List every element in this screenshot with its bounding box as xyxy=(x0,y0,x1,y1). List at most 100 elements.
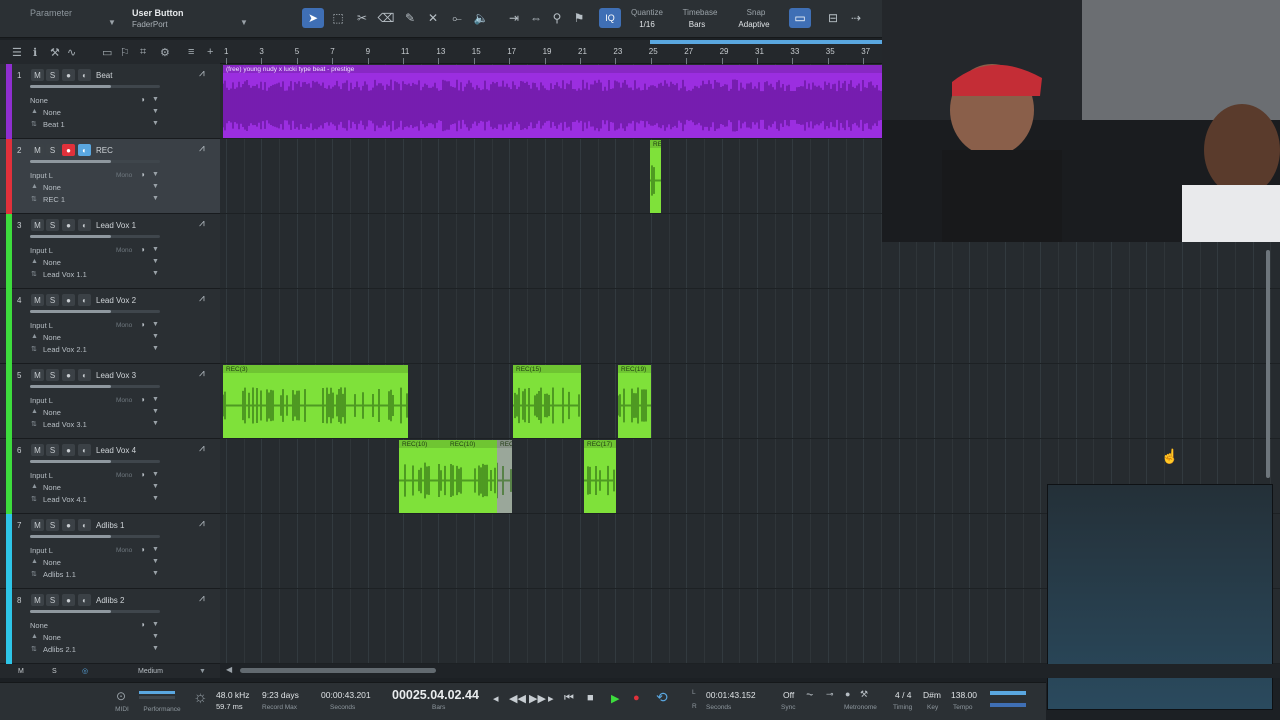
audio-clip[interactable]: REC(15) xyxy=(513,365,581,438)
track-name[interactable]: Lead Vox 2 xyxy=(96,296,136,305)
bend-tool-icon[interactable]: ⟜ xyxy=(446,8,468,28)
automation-wave-icon[interactable]: ⩘ xyxy=(199,143,205,154)
audio-clip[interactable]: REC(19) xyxy=(618,365,651,438)
add-track-icon[interactable]: + xyxy=(207,46,213,58)
volume-fader[interactable] xyxy=(30,610,160,613)
playlist-select[interactable]: Lead Vox 3.1 xyxy=(43,420,87,429)
input-dropdown-icon[interactable]: ▼ xyxy=(152,621,159,628)
record-arm-button[interactable]: ● xyxy=(62,594,75,606)
input-select[interactable]: Input L xyxy=(30,471,53,480)
input-dropdown-icon[interactable]: ▼ xyxy=(152,96,159,103)
automation-wave-icon[interactable]: ⩘ xyxy=(199,593,205,604)
input-dropdown-icon[interactable]: ▼ xyxy=(152,471,159,478)
audio-clip[interactable]: RE xyxy=(650,140,661,213)
seconds-time-value[interactable]: 00:00:43.201 xyxy=(321,690,371,700)
monitor-button[interactable]: ◐ xyxy=(78,294,91,306)
output-select[interactable]: None xyxy=(43,258,61,267)
stop-icon[interactable]: ■ xyxy=(587,692,594,704)
record-arm-button[interactable]: ● xyxy=(62,444,75,456)
output-select[interactable]: None xyxy=(43,633,61,642)
input-dropdown-icon[interactable]: ▼ xyxy=(152,321,159,328)
input-select[interactable]: Input L xyxy=(30,396,53,405)
stereo-toggle-icon[interactable]: ◑ xyxy=(140,620,145,629)
volume-fader[interactable] xyxy=(30,460,160,463)
stereo-toggle-icon[interactable]: ◑ xyxy=(140,395,145,404)
stereo-toggle-icon[interactable]: ◑ xyxy=(140,95,145,104)
output-select[interactable]: None xyxy=(43,558,61,567)
solo-button[interactable]: S xyxy=(46,369,59,381)
inspector-icon[interactable]: ℹ xyxy=(33,46,37,59)
mute-button[interactable]: M xyxy=(31,594,44,606)
output-dropdown-icon[interactable]: ▼ xyxy=(152,483,159,490)
loop-seconds-label[interactable]: Seconds xyxy=(706,704,731,711)
output-dropdown-icon[interactable]: ▼ xyxy=(152,108,159,115)
playlist-dropdown-icon[interactable]: ▼ xyxy=(152,195,159,202)
track-color-bar[interactable] xyxy=(6,289,12,364)
output-dropdown-icon[interactable]: ▼ xyxy=(152,258,159,265)
track-name[interactable]: Beat xyxy=(96,71,112,80)
metronome-icon[interactable]: ● xyxy=(845,689,850,699)
mute-button[interactable]: M xyxy=(31,444,44,456)
solo-button[interactable]: S xyxy=(46,144,59,156)
playlist-dropdown-icon[interactable]: ▼ xyxy=(152,570,159,577)
marker-icon[interactable]: ⚑ xyxy=(568,8,590,28)
sync-value[interactable]: Off xyxy=(783,690,794,700)
quantize-value[interactable]: 1/16 xyxy=(630,20,664,29)
track-name[interactable]: Lead Vox 1 xyxy=(96,221,136,230)
monitor-button[interactable]: ◐ xyxy=(78,219,91,231)
automation-wave-icon[interactable]: ⩘ xyxy=(199,293,205,304)
solo-all-button[interactable]: S xyxy=(52,668,57,675)
track-header[interactable]: 3 M S ● ◐ Lead Vox 1 ⩘ Input L Mono ◑ ▼ … xyxy=(0,214,220,289)
key-value[interactable]: D#m xyxy=(923,690,941,700)
audio-clip[interactable]: REC(17) xyxy=(584,440,616,513)
performance-label[interactable]: Performance xyxy=(139,706,185,713)
monitor-button[interactable]: ◐ xyxy=(78,369,91,381)
loop-start-icon[interactable]: ◂ xyxy=(493,692,499,705)
split-view-icon[interactable]: ⊟ xyxy=(822,8,844,28)
track-name[interactable]: Adlibs 1 xyxy=(96,521,124,530)
playlist-dropdown-icon[interactable]: ▼ xyxy=(152,270,159,277)
track-name[interactable]: Lead Vox 4 xyxy=(96,446,136,455)
playlist-dropdown-icon[interactable]: ▼ xyxy=(152,645,159,652)
record-arm-button[interactable]: ● xyxy=(62,219,75,231)
playlist-select[interactable]: Lead Vox 4.1 xyxy=(43,495,87,504)
monitor-button[interactable]: ◐ xyxy=(78,594,91,606)
volume-fader[interactable] xyxy=(30,535,160,538)
range-tool-icon[interactable]: ⬚ xyxy=(327,8,349,28)
paint-tool-icon[interactable]: ✎ xyxy=(399,8,421,28)
track-color-bar[interactable] xyxy=(6,64,12,139)
snap-value[interactable]: Adaptive xyxy=(734,20,774,29)
track-header[interactable]: 6 M S ● ◐ Lead Vox 4 ⩘ Input L Mono ◑ ▼ … xyxy=(0,439,220,514)
auto-scroll-icon[interactable]: ⇥ xyxy=(503,8,525,28)
record-arm-button[interactable]: ● xyxy=(62,294,75,306)
input-dropdown-icon[interactable]: ▼ xyxy=(152,171,159,178)
audio-clip[interactable]: (free) young nudy x lucki type beat - pr… xyxy=(223,65,882,138)
tools-icon[interactable]: ⚒ xyxy=(50,46,60,59)
loop-range-bar[interactable] xyxy=(650,40,882,44)
track-header[interactable]: 4 M S ● ◐ Lead Vox 2 ⩘ Input L Mono ◑ ▼ … xyxy=(0,289,220,364)
solo-button[interactable]: S xyxy=(46,444,59,456)
loop-icon[interactable]: ⟲ xyxy=(656,689,668,706)
horizontal-scrollbar[interactable]: ◀ xyxy=(220,664,1280,678)
seconds-label[interactable]: Seconds xyxy=(330,704,355,711)
playlist-select[interactable]: Beat 1 xyxy=(43,120,65,129)
stereo-toggle-icon[interactable]: ◑ xyxy=(140,545,145,554)
solo-button[interactable]: S xyxy=(46,69,59,81)
playlist-dropdown-icon[interactable]: ▼ xyxy=(152,495,159,502)
return-to-zero-icon[interactable]: ⏮ xyxy=(564,692,574,705)
record-arm-button[interactable]: ● xyxy=(62,369,75,381)
eraser-tool-icon[interactable]: ⌫ xyxy=(375,8,397,28)
monitor-button[interactable]: ◐ xyxy=(78,444,91,456)
record-arm-button[interactable]: ● xyxy=(62,69,75,81)
automation-wave-icon[interactable]: ⩘ xyxy=(199,443,205,454)
bars-time-value[interactable]: 00025.04.02.44 xyxy=(392,688,479,702)
input-dropdown-icon[interactable]: ▼ xyxy=(152,396,159,403)
solo-button[interactable]: S xyxy=(46,294,59,306)
automation-wave-icon[interactable]: ⩘ xyxy=(199,218,205,229)
timing-value[interactable]: 4 / 4 xyxy=(895,690,912,700)
group-icon[interactable]: ⌗ xyxy=(140,46,146,59)
track-name[interactable]: Adlibs 2 xyxy=(96,596,124,605)
playlist-select[interactable]: Lead Vox 2.1 xyxy=(43,345,87,354)
arrow-tool-icon[interactable]: ➤ xyxy=(302,8,324,28)
export-icon[interactable]: ⇢ xyxy=(845,8,867,28)
